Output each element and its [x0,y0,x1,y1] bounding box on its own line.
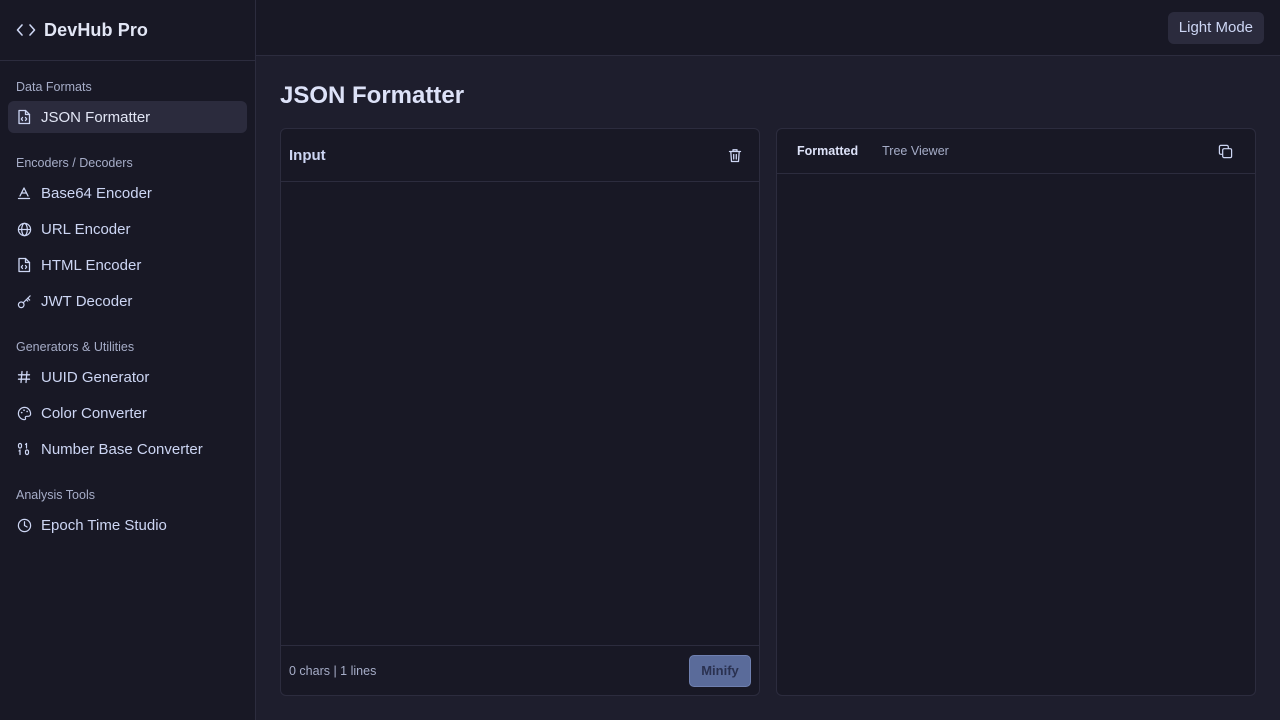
key-icon [16,293,32,309]
sidebar-item-epoch-time-studio[interactable]: Epoch Time Studio [8,509,247,541]
sidebar-item-label: HTML Encoder [41,256,142,274]
sidebar-item-json-formatter[interactable]: JSON Formatter [8,101,247,133]
hash-icon [16,369,32,385]
code-brackets-icon [16,22,36,38]
sidebar-item-label: Base64 Encoder [41,184,152,202]
formatted-output [777,174,1255,695]
sidebar-item-html-encoder[interactable]: HTML Encoder [8,249,247,281]
globe-icon [16,221,32,237]
section-title-data-formats: Data Formats [16,80,92,94]
sidebar-item-label: UUID Generator [41,368,150,386]
sidebar-item-color-converter[interactable]: Color Converter [8,397,247,429]
brand-name: DevHub Pro [44,19,149,40]
output-tabs: Formatted Tree Viewer [785,137,961,165]
sidebar: DevHub Pro Data Formats JSON Formatter E… [0,0,256,720]
section-title-analysis-tools: Analysis Tools [16,488,95,502]
letter-a-icon [16,185,32,201]
copy-icon [1218,144,1232,158]
palette-icon [16,405,32,421]
sidebar-item-uuid-generator[interactable]: UUID Generator [8,361,247,393]
trash-icon [728,148,742,162]
sidebar-item-label: Number Base Converter [41,440,203,458]
output-panel: Formatted Tree Viewer [776,128,1256,696]
input-panel: Input 0 chars | 1 lines Minify [280,128,760,696]
sidebar-item-label: Color Converter [41,404,147,422]
main: Light Mode JSON Formatter Input 0 chars … [256,0,1280,720]
json-input[interactable] [281,182,759,645]
sidebar-item-number-base-converter[interactable]: Number Base Converter [8,433,247,465]
panels: Input 0 chars | 1 lines Minify Formatted… [280,128,1256,696]
copy-output-button[interactable] [1213,139,1237,163]
section-title-generators: Generators & Utilities [16,340,135,354]
brand[interactable]: DevHub Pro [0,0,255,61]
sidebar-item-label: JWT Decoder [41,292,133,310]
topbar: Light Mode [256,0,1280,56]
clear-input-button[interactable] [723,143,747,167]
file-code-icon [16,257,32,273]
sidebar-nav: Data Formats JSON Formatter Encoders / D… [0,61,255,545]
output-panel-header: Formatted Tree Viewer [777,129,1255,174]
tab-formatted[interactable]: Formatted [785,137,870,165]
input-panel-footer: 0 chars | 1 lines Minify [281,645,759,695]
sidebar-item-base64-encoder[interactable]: Base64 Encoder [8,177,247,209]
file-code-icon [16,109,32,125]
sidebar-item-label: JSON Formatter [41,108,151,126]
input-panel-header: Input [281,129,759,182]
page-title: JSON Formatter [280,82,465,109]
sidebar-item-label: URL Encoder [41,220,131,238]
app-root: DevHub Pro Data Formats JSON Formatter E… [0,0,1280,720]
minify-button[interactable]: Minify [689,654,751,687]
theme-toggle-button[interactable]: Light Mode [1167,11,1264,44]
binary-icon [16,441,32,457]
input-stats: 0 chars | 1 lines [289,663,377,678]
input-panel-title: Input [289,146,326,164]
sidebar-item-jwt-decoder[interactable]: JWT Decoder [8,285,247,317]
sidebar-item-url-encoder[interactable]: URL Encoder [8,213,247,245]
tab-tree-viewer[interactable]: Tree Viewer [870,137,961,165]
content: JSON Formatter Input 0 chars | 1 lines M… [256,56,1280,720]
clock-icon [16,517,32,533]
section-title-encoders: Encoders / Decoders [16,156,133,170]
sidebar-item-label: Epoch Time Studio [41,516,167,534]
